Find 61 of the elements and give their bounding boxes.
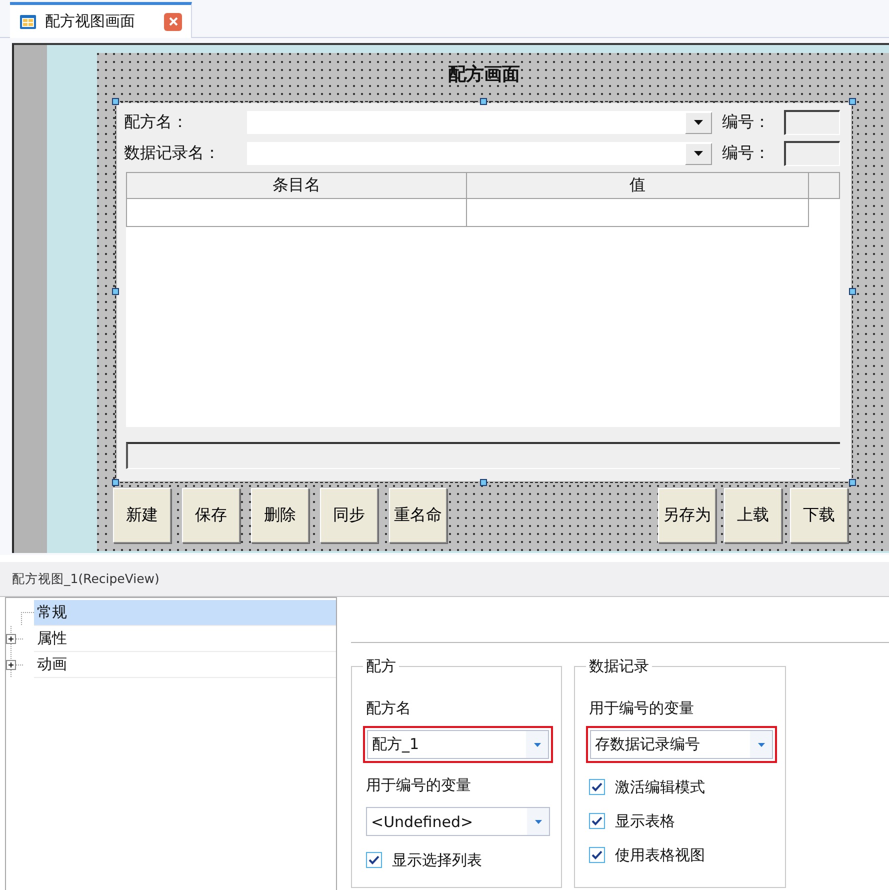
group-title: 配方 [365, 656, 397, 676]
field-label: 用于编号的变量 [589, 698, 694, 718]
expand-plus-icon[interactable] [6, 626, 24, 652]
caret-down-icon [694, 120, 703, 125]
caret-down-icon [534, 742, 540, 746]
checkbox[interactable] [366, 852, 382, 868]
number-field[interactable] [784, 141, 840, 166]
resize-handle[interactable] [112, 288, 119, 295]
checkbox-label: 使用表格视图 [615, 846, 705, 864]
canvas-title: 配方画面 [448, 63, 520, 86]
resize-handle[interactable] [112, 98, 119, 105]
checkbox-label: 显示选择列表 [392, 850, 482, 870]
resize-handle[interactable] [112, 479, 119, 486]
resize-handle[interactable] [849, 288, 856, 295]
expand-plus-icon[interactable] [6, 652, 24, 678]
canvas-button[interactable]: 保存 [182, 488, 240, 543]
resize-handle[interactable] [849, 98, 856, 105]
dropdown-field[interactable]: 配方_1 [367, 730, 549, 759]
tab[interactable]: 配方视图画面 [10, 2, 192, 38]
column-header [809, 172, 840, 199]
close-button[interactable] [164, 12, 182, 30]
checkbox-label: 显示表格 [615, 812, 675, 830]
field-label: 编号： [722, 112, 770, 131]
recipe-view-panel[interactable]: 配方名： 编号： 数据记录名： 编号： 条目名 值 [117, 103, 851, 481]
canvas-button[interactable]: 下载 [790, 488, 848, 543]
window-icon [20, 14, 36, 28]
field-label: 数据记录名： [124, 143, 220, 162]
close-icon [168, 17, 178, 26]
dropdown-field[interactable]: <Undefined> [366, 807, 550, 836]
canvas-button[interactable]: 删除 [251, 488, 309, 543]
tree-line-icon [21, 612, 34, 626]
field-label: 编号： [722, 143, 770, 162]
checkbox[interactable] [589, 847, 605, 863]
checkbox[interactable] [589, 813, 605, 829]
field-label: 配方名： [124, 112, 188, 131]
panel-title: 配方视图_1(RecipeView) [12, 570, 160, 588]
dropdown-field[interactable]: 存数据记录编号 [590, 730, 773, 759]
dropdown-button[interactable] [685, 142, 712, 164]
resize-handle[interactable] [480, 98, 487, 105]
tree-item[interactable]: 常规 [34, 600, 336, 626]
dropdown-field[interactable] [247, 142, 712, 165]
field-label: 用于编号的变量 [366, 775, 471, 795]
caret-down-icon [694, 151, 703, 156]
caret-down-icon [534, 820, 542, 824]
column-header: 条目名 [126, 172, 467, 199]
canvas-button[interactable]: 重名命 [389, 488, 447, 543]
canvas-button[interactable]: 同步 [320, 488, 378, 543]
canvas-button[interactable]: 新建 [113, 488, 171, 543]
dropdown-field[interactable] [247, 111, 712, 134]
caret-down-icon [758, 742, 764, 746]
canvas-button[interactable]: 上载 [724, 488, 782, 543]
canvas-button[interactable]: 另存为 [658, 488, 716, 543]
column-header: 值 [467, 172, 809, 199]
checkbox-label: 激活编辑模式 [615, 778, 705, 796]
checkbox[interactable] [589, 779, 605, 795]
resize-handle[interactable] [480, 479, 487, 486]
dropdown-button[interactable] [685, 112, 712, 134]
field-label: 配方名 [366, 698, 411, 718]
group-title: 数据记录 [588, 656, 650, 676]
resize-handle[interactable] [849, 479, 856, 486]
number-field[interactable] [784, 110, 840, 135]
